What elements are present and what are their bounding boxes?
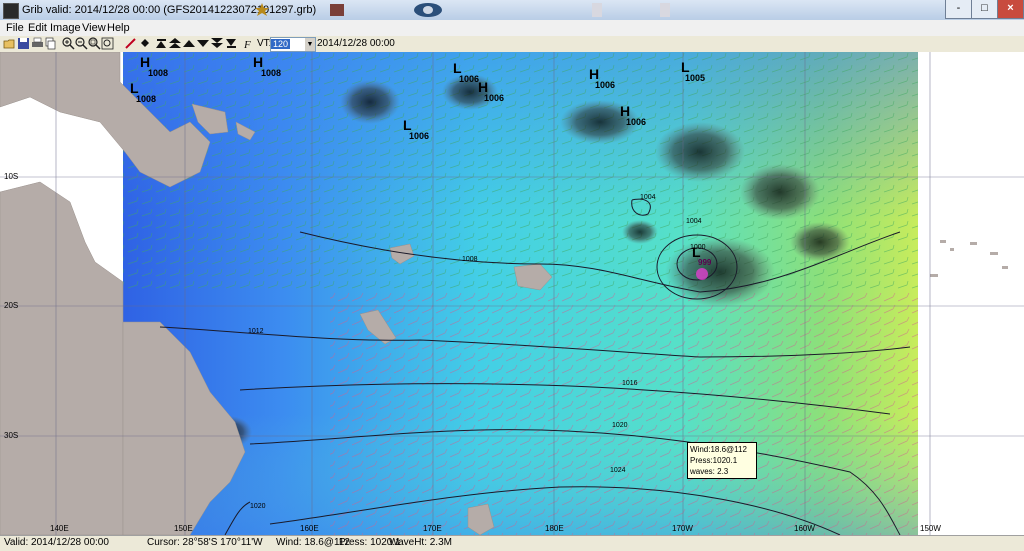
pressure-center-value: 1006	[484, 93, 505, 103]
pressure-center: H 1006	[589, 67, 615, 90]
grib-map[interactable]: 10S 20S 30S 140E 150E 160E 170E 180E 170…	[0, 52, 1024, 535]
storm-core	[696, 268, 708, 280]
isobar-label: 1020	[612, 422, 628, 429]
app-icon	[3, 3, 19, 19]
taskbar-thumbnails	[250, 1, 690, 19]
menu-bar: File Edit Image View Help	[0, 20, 1024, 37]
lon-label: 150W	[920, 524, 941, 533]
lat-label: 20S	[4, 301, 19, 310]
step-forward-icon[interactable]	[197, 37, 210, 50]
menu-file[interactable]: File	[6, 22, 24, 34]
wind-barbs-south	[330, 292, 918, 535]
waypoint-icon[interactable]	[139, 37, 152, 50]
isobar-label: 1024	[610, 467, 626, 474]
toolbar-date: 2014/12/28 00:00	[317, 38, 395, 49]
maximize-button[interactable]: □	[971, 0, 998, 19]
status-bar: Valid: 2014/12/28 00:00 Cursor: 28°58'S …	[0, 535, 1024, 551]
lon-label: 180E	[545, 524, 564, 533]
menu-view[interactable]: View	[82, 22, 106, 34]
pressure-center: H 1006	[620, 104, 646, 127]
lat-label: 10S	[4, 172, 19, 181]
tooltip-press: Press:1020.1	[690, 456, 738, 465]
pressure-center-value: 1006	[595, 80, 616, 90]
pressure-center-letter: H	[140, 54, 151, 70]
step-back-icon[interactable]	[183, 37, 196, 50]
draw-line-icon[interactable]	[124, 37, 137, 50]
window-titlebar: Grib valid: 2014/12/28 00:00 (GFS2014122…	[0, 0, 1024, 21]
status-cursor: Cursor: 28°58'S 170°11'W	[147, 537, 263, 548]
isobar-label: 1000	[690, 244, 706, 251]
pressure-center-letter: L	[681, 59, 690, 75]
menu-help[interactable]: Help	[107, 22, 130, 34]
pressure-center: L 1008	[130, 81, 156, 104]
tooltip-wind: Wind:18.6@112	[690, 445, 747, 454]
pressure-center-value: 1008	[136, 94, 157, 104]
vt-dropdown[interactable]: 120 ▼	[270, 37, 316, 52]
close-button[interactable]: ×	[997, 0, 1024, 19]
pressure-center: H 1008	[140, 55, 168, 78]
menu-image[interactable]: Image	[50, 22, 81, 34]
pressure-center-value: 1008	[148, 68, 169, 78]
zoom-out-icon[interactable]	[75, 37, 88, 50]
pressure-center-value: 1006	[459, 74, 480, 84]
pressure-center: H 1008	[253, 55, 281, 78]
print-icon[interactable]	[31, 37, 44, 50]
pressure-center: L 1006	[403, 118, 429, 141]
isobar-label: 1020	[250, 503, 266, 510]
svg-text:F: F	[243, 39, 251, 50]
save-disk-icon[interactable]	[17, 37, 30, 50]
lon-label: 150E	[174, 524, 193, 533]
pressure-center-letter: H	[620, 103, 631, 119]
lon-label: 160E	[300, 524, 319, 533]
menu-edit[interactable]: Edit	[28, 22, 47, 34]
last-frame-icon[interactable]	[225, 37, 238, 50]
pressure-center-value: 999	[698, 258, 712, 267]
cursor-tooltip: Wind:18.6@112 Press:1020.1 waves: 2.3	[687, 442, 757, 479]
isobar-label: 1004	[686, 218, 702, 225]
pressure-center-letter: L	[403, 117, 412, 133]
minimize-button[interactable]: -	[945, 0, 972, 19]
lon-label: 140E	[50, 524, 69, 533]
lon-label: 170W	[672, 524, 693, 533]
pressure-center-letter: H	[589, 66, 600, 82]
pressure-center-letter: H	[253, 54, 264, 70]
zoom-fit-icon[interactable]	[101, 37, 114, 50]
pressure-center-value: 1008	[261, 68, 282, 78]
zoom-in-icon[interactable]	[62, 37, 75, 50]
isobar-label: 1012	[248, 328, 264, 335]
isobar-label: 1008	[462, 256, 478, 263]
copy-icon[interactable]	[44, 37, 57, 50]
isobar-label: 1016	[622, 380, 638, 387]
status-wave: WaveHt: 2.3M	[389, 537, 452, 548]
fast-forward-icon[interactable]	[211, 37, 224, 50]
pressure-center: H 1006	[478, 80, 504, 103]
lon-label: 160W	[794, 524, 815, 533]
zoom-box-icon[interactable]	[88, 37, 101, 50]
fast-back-icon[interactable]	[169, 37, 182, 50]
pressure-center-letter: H	[478, 79, 489, 95]
tooltip-waves: waves: 2.3	[690, 467, 729, 476]
pressure-center-letter: L	[130, 80, 139, 96]
vt-value: 120	[271, 39, 291, 49]
pressure-center-letter: L	[453, 60, 462, 76]
chevron-down-icon[interactable]: ▼	[305, 38, 315, 51]
pressure-center-value: 1005	[685, 73, 706, 83]
pressure-center-value: 1006	[409, 131, 430, 141]
toolbar: F VT: 120 ▼ 2014/12/28 00:00	[0, 36, 1024, 53]
pressure-center: L 1005	[681, 60, 705, 83]
font-icon[interactable]: F	[242, 37, 255, 51]
lon-label: 170E	[423, 524, 442, 533]
pressure-center-value: 1006	[626, 117, 647, 127]
pressure-center: L 1006	[453, 61, 479, 84]
first-frame-icon[interactable]	[155, 37, 168, 50]
open-folder-icon[interactable]	[3, 37, 16, 50]
isobar-label: 1004	[640, 194, 656, 201]
status-valid: Valid: 2014/12/28 00:00	[4, 537, 109, 548]
lat-label: 30S	[4, 431, 19, 440]
